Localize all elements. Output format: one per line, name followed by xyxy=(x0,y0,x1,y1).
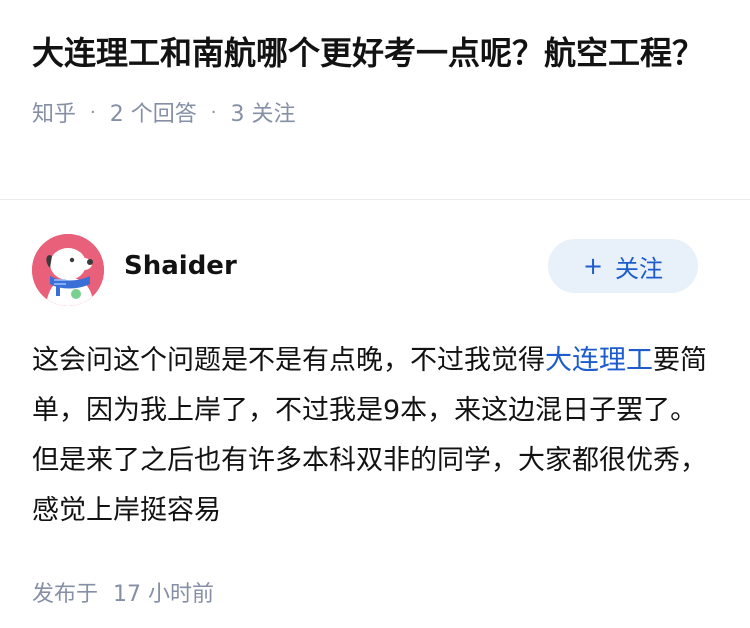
follow-count[interactable]: 3 关注 xyxy=(230,96,295,128)
answer-content[interactable]: 这会问这个问题是不是有点晚，不过我觉得大连理工要简单，因为我上岸了，不过我是9本… xyxy=(32,336,718,536)
separator-dot: · xyxy=(210,101,217,123)
content-text: 这会问这个问题是不是有点晚，不过我觉得 xyxy=(32,345,545,376)
avatar[interactable] xyxy=(32,234,104,306)
author-row: Shaider + 关注 xyxy=(32,234,718,306)
publish-info: 发布于 17 小时前 xyxy=(32,576,718,608)
author-info[interactable]: Shaider xyxy=(32,234,237,306)
follow-button[interactable]: + 关注 xyxy=(548,239,698,293)
author-name[interactable]: Shaider xyxy=(124,251,237,281)
publish-label: 发布于 xyxy=(32,582,99,607)
plus-icon: + xyxy=(582,252,604,280)
separator-dot: · xyxy=(90,101,96,123)
source-label[interactable]: 知乎 xyxy=(32,96,76,128)
question-header: 大连理工和南航哪个更好考一点呢？航空工程？ 知乎 · 2 个回答 · 3 关注 xyxy=(0,0,750,200)
question-title[interactable]: 大连理工和南航哪个更好考一点呢？航空工程？ xyxy=(32,30,718,76)
question-meta: 知乎 · 2 个回答 · 3 关注 xyxy=(32,96,718,128)
follow-button-label: 关注 xyxy=(615,254,664,283)
answer-count[interactable]: 2 个回答 xyxy=(110,96,197,128)
answer-card: Shaider + 关注 这会问这个问题是不是有点晚，不过我觉得大连理工要简单，… xyxy=(0,200,750,608)
cartoon-dog-avatar-icon xyxy=(32,234,104,306)
content-link[interactable]: 大连理工 xyxy=(545,345,653,376)
publish-time: 17 小时前 xyxy=(113,582,215,607)
